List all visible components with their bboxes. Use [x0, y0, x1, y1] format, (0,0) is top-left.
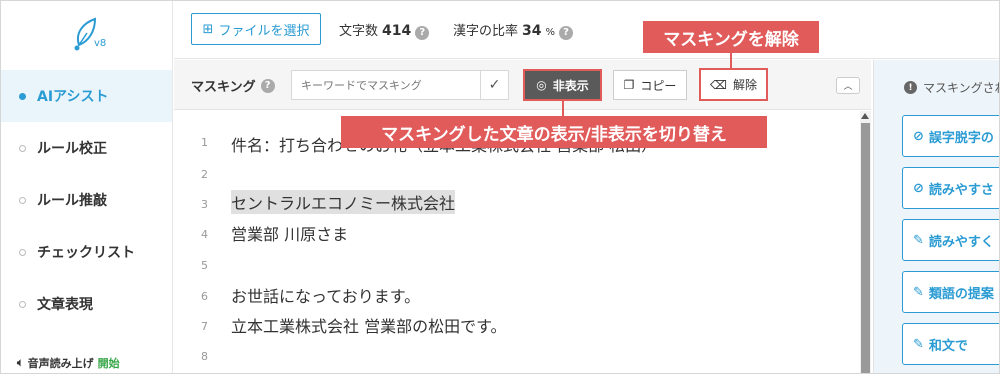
nav-dot-icon — [19, 248, 26, 256]
check-circle-icon: ⊘ — [913, 180, 924, 196]
line-number: 5 — [201, 259, 208, 272]
editor-line: お世話になっております。 — [231, 287, 421, 306]
callout-leader-line — [562, 101, 564, 116]
select-file-button[interactable]: ⊞ ファイルを選択 — [191, 13, 321, 45]
scroll-up-arrow-icon[interactable] — [861, 113, 869, 119]
eraser-icon: ⌫ — [710, 77, 727, 92]
audio-label: 音声読み上げ — [27, 357, 94, 370]
assist-card-label: 類語の提案 — [928, 286, 994, 302]
masking-label-group: マスキング ? — [191, 76, 275, 95]
info-icon: ! — [904, 81, 917, 94]
kanji-ratio: 漢字の比率 34% ? — [453, 20, 574, 40]
line-number: 2 — [201, 168, 208, 181]
sidebar-item-ai-assist[interactable]: AIアシスト — [1, 70, 172, 122]
chevron-up-icon: ︿ — [843, 82, 853, 92]
unmask-button[interactable]: ⌫ 解除 — [699, 68, 768, 101]
copy-label: コピー — [640, 78, 677, 93]
sidebar-item-label: ルール校正 — [37, 141, 107, 157]
right-panel-heading: ! マスキングされた — [904, 79, 999, 96]
assist-card-typo[interactable]: ⊘ 誤字脱字の — [902, 115, 999, 157]
sidebar-item-label: AIアシスト — [37, 89, 109, 105]
app-version: v8 — [94, 38, 107, 49]
audio-start-button[interactable]: 開始 — [98, 355, 120, 371]
help-icon[interactable]: ? — [559, 25, 574, 40]
check-circle-icon: ⊘ — [913, 128, 924, 144]
line-number: 1 — [201, 136, 208, 149]
select-file-label: ファイルを選択 — [218, 23, 310, 39]
line-number: 3 — [201, 198, 208, 211]
check-icon[interactable]: ✓ — [480, 71, 508, 99]
assist-card-synonym[interactable]: ✎ 類語の提案 — [902, 271, 999, 313]
editor-line: 営業部 川原さま — [231, 225, 349, 244]
sidebar: v8 AIアシスト ルール校正 ルール推敲 チェックリスト 文章表現 🔈︎ 音声… — [1, 1, 173, 373]
scroll-thumb[interactable] — [861, 123, 870, 373]
char-count: 文字数 414 ? — [339, 20, 430, 40]
assist-card-more[interactable]: ✎ 和文で — [902, 323, 999, 365]
assist-card-readability[interactable]: ⊘ 読みやすさ — [902, 167, 999, 209]
file-add-icon: ⊞ — [202, 21, 214, 37]
assist-card-label: 読みやすく — [928, 234, 994, 250]
editor-line: 立本工業株式会社 営業部の松田です。 — [231, 317, 507, 336]
copy-icon: ❐ — [623, 78, 635, 92]
help-icon[interactable]: ? — [260, 78, 275, 93]
masking-label: マスキング — [191, 80, 256, 95]
assist-card-rewrite[interactable]: ✎ 読みやすく — [902, 219, 999, 261]
nav-dot-icon — [19, 196, 26, 204]
sidebar-item-expression[interactable]: 文章表現 — [1, 278, 172, 330]
help-icon[interactable]: ? — [415, 25, 430, 40]
kanji-ratio-label: 漢字の比率 — [453, 24, 519, 39]
sidebar-item-rule-check[interactable]: ルール校正 — [1, 122, 172, 174]
collapse-toolbar-button[interactable]: ︿ — [836, 77, 860, 94]
unmask-label: 解除 — [732, 78, 757, 92]
editor-line: セントラルエコノミー株式会社 — [231, 190, 456, 214]
audio-read-aloud[interactable]: 🔈︎ 音声読み上げ 開始 — [17, 355, 120, 371]
char-count-label: 文字数 — [339, 24, 379, 39]
pencil-icon: ✎ — [913, 232, 924, 248]
hide-toggle-label: 非表示 — [552, 78, 589, 93]
kanji-ratio-value: 34 — [522, 23, 542, 39]
speaker-icon: 🔈︎ — [17, 356, 24, 369]
sidebar-item-checklist[interactable]: チェックリスト — [1, 226, 172, 278]
copy-button[interactable]: ❐ コピー — [613, 70, 687, 100]
char-count-value: 414 — [382, 23, 412, 39]
sidebar-item-label: ルール推敲 — [37, 193, 107, 209]
pencil-icon: ✎ — [913, 284, 924, 300]
app-window: v8 AIアシスト ルール校正 ルール推敲 チェックリスト 文章表現 🔈︎ 音声… — [0, 0, 1000, 374]
masking-keyword-input[interactable] — [292, 71, 480, 99]
sidebar-item-label: チェックリスト — [37, 245, 135, 261]
eye-off-icon: ◎ — [536, 78, 547, 92]
kanji-ratio-unit: % — [545, 27, 556, 38]
line-number: 4 — [201, 228, 208, 241]
pencil-icon: ✎ — [913, 336, 924, 352]
sidebar-item-rule-revision[interactable]: ルール推敲 — [1, 174, 172, 226]
line-number: 7 — [201, 320, 208, 333]
right-panel: ! マスキングされた ⊘ 誤字脱字の ⊘ 読みやすさ ✎ 読みやすく ✎ 類語の… — [873, 60, 999, 373]
masking-toolbar: マスキング ? ✓ ◎ 非表示 ❐ コピー ⌫ 解除 ︿ — [174, 60, 871, 110]
topbar: ⊞ ファイルを選択 文字数 414 ? 漢字の比率 34% ? — [174, 1, 999, 59]
nav-dot-icon — [19, 92, 26, 100]
nav-dot-icon — [19, 300, 26, 308]
assist-card-label: 読みやすさ — [928, 182, 994, 198]
assist-card-label: 誤字脱字の — [928, 130, 994, 146]
callout-toggle-visibility: マスキングした文章の表示/非表示を切り替え — [341, 116, 767, 148]
right-panel-heading-text: マスキングされた — [923, 81, 999, 95]
masking-keyword-field: ✓ — [291, 70, 509, 100]
line-number: 6 — [201, 290, 208, 303]
callout-unmask: マスキングを解除 — [643, 21, 819, 53]
callout-leader-line — [730, 53, 732, 68]
text-editor[interactable]: 1 件名：打ち合わせのお礼（立本工業株式会社 営業部 松田） 2 3 セントラル… — [174, 111, 871, 373]
assist-card-label: 和文で — [928, 338, 968, 354]
line-number: 8 — [201, 350, 208, 363]
sidebar-item-label: 文章表現 — [37, 297, 93, 313]
editor-scrollbar[interactable] — [860, 111, 871, 373]
nav-dot-icon — [19, 144, 26, 152]
hide-toggle-button[interactable]: ◎ 非表示 — [523, 69, 602, 101]
